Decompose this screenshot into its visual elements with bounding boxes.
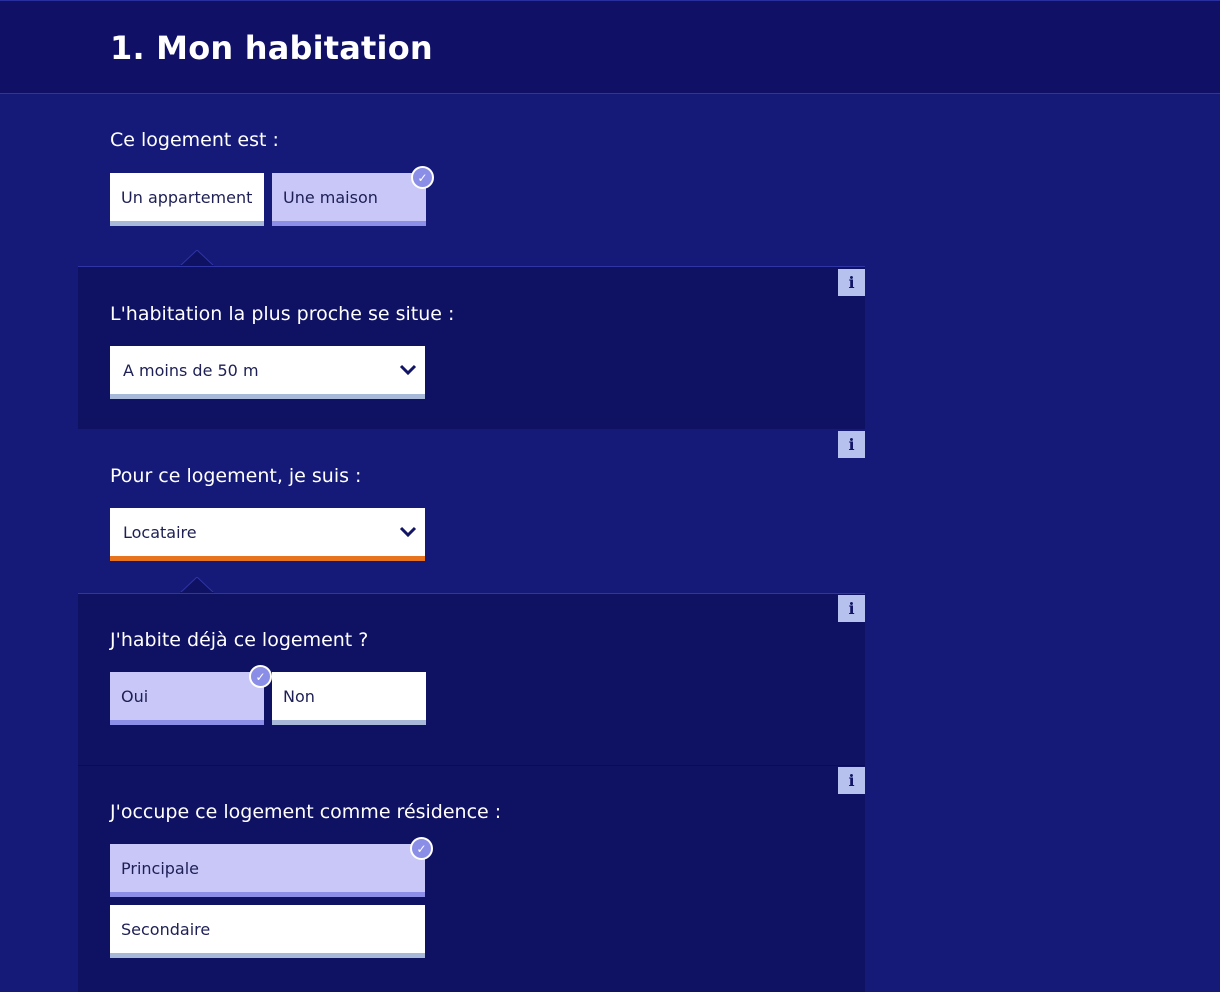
section-pointer <box>180 577 214 594</box>
option-principale[interactable]: Principale ✓ <box>110 837 433 897</box>
chevron-down-icon <box>399 526 417 538</box>
section-nearest-house: i L'habitation la plus proche se situe :… <box>78 266 865 429</box>
option-appartement-label: Un appartement <box>121 187 253 207</box>
section-pointer <box>180 250 214 267</box>
info-icon[interactable]: i <box>838 767 865 794</box>
info-icon[interactable]: i <box>838 269 865 296</box>
option-non[interactable]: Non <box>272 672 426 725</box>
nearest-house-select[interactable]: A moins de 50 m <box>110 346 425 399</box>
housing-type-label: Ce logement est : <box>110 129 279 151</box>
option-non-label: Non <box>283 686 315 706</box>
option-oui-label: Oui <box>121 686 149 706</box>
section-residence-type: i J'occupe ce logement comme résidence :… <box>78 765 865 992</box>
occupant-status-select[interactable]: Locataire <box>110 508 425 561</box>
page-title: 1. Mon habitation <box>110 29 433 67</box>
option-maison-label: Une maison <box>283 187 378 207</box>
residence-type-label: J'occupe ce logement comme résidence : <box>110 801 502 823</box>
option-secondaire[interactable]: Secondaire <box>110 905 425 958</box>
option-secondaire-label: Secondaire <box>121 919 211 939</box>
section-already-living: i J'habite déjà ce logement ? Oui ✓ Non <box>78 593 865 765</box>
nearest-house-value: A moins de 50 m <box>123 360 259 380</box>
check-circle-icon: ✓ <box>410 837 433 860</box>
option-maison[interactable]: Une maison ✓ <box>272 166 434 226</box>
option-oui[interactable]: Oui ✓ <box>110 665 272 725</box>
check-circle-icon: ✓ <box>411 166 434 189</box>
option-principale-label: Principale <box>121 858 200 878</box>
page-header: 1. Mon habitation <box>0 0 1220 94</box>
already-living-label: J'habite déjà ce logement ? <box>110 629 369 651</box>
info-icon[interactable]: i <box>838 595 865 622</box>
nearest-house-label: L'habitation la plus proche se situe : <box>110 303 455 325</box>
section-occupant-status: i Pour ce logement, je suis : Locataire <box>78 429 865 593</box>
section-housing-type: Ce logement est : Un appartement Une mai… <box>78 95 865 266</box>
option-appartement[interactable]: Un appartement <box>110 173 264 226</box>
occupant-status-label: Pour ce logement, je suis : <box>110 465 362 487</box>
chevron-down-icon <box>399 364 417 376</box>
info-icon[interactable]: i <box>838 431 865 458</box>
check-circle-icon: ✓ <box>249 665 272 688</box>
occupant-status-value: Locataire <box>123 522 197 542</box>
